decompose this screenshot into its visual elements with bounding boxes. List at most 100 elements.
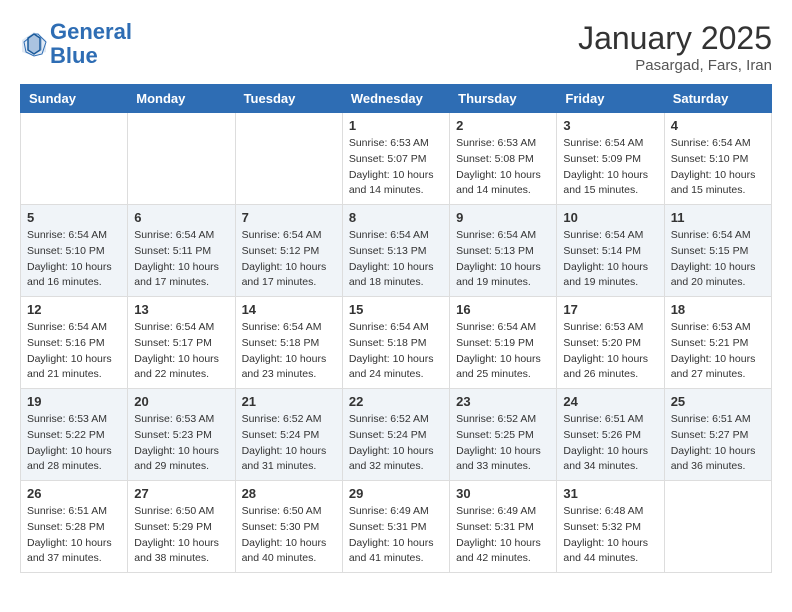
calendar-week-row: 1Sunrise: 6:53 AM Sunset: 5:07 PM Daylig… (21, 113, 772, 205)
day-info: Sunrise: 6:54 AM Sunset: 5:11 PM Dayligh… (134, 228, 228, 291)
day-number: 24 (563, 394, 657, 409)
day-info: Sunrise: 6:53 AM Sunset: 5:21 PM Dayligh… (671, 320, 765, 383)
calendar-week-row: 5 Sunrise: 6:54 AM Sunset: 5:10 PM Daylig… (21, 205, 772, 297)
calendar-cell: 20 Sunrise: 6:53 AM Sunset: 5:23 PM Dayli… (128, 389, 235, 481)
day-number: 16 (456, 302, 550, 317)
day-info: Sunrise: 6:54 AM Sunset: 5:17 PM Dayligh… (134, 320, 228, 383)
day-number: 28 (242, 486, 336, 501)
calendar-cell: 25 Sunrise: 6:51 AM Sunset: 5:27 PM Dayli… (664, 389, 771, 481)
calendar-cell: 13 Sunrise: 6:54 AM Sunset: 5:17 PM Dayli… (128, 297, 235, 389)
weekday-header-thursday: Thursday (450, 85, 557, 113)
calendar-cell: 11 Sunrise: 6:54 AM Sunset: 5:15 PM Dayli… (664, 205, 771, 297)
calendar-cell: 30 Sunrise: 6:49 AM Sunset: 5:31 PM Dayli… (450, 481, 557, 573)
day-number: 22 (349, 394, 443, 409)
calendar-cell: 26 Sunrise: 6:51 AM Sunset: 5:28 PM Dayli… (21, 481, 128, 573)
day-info: Sunrise: 6:52 AM Sunset: 5:25 PM Dayligh… (456, 412, 550, 475)
weekday-header-sunday: Sunday (21, 85, 128, 113)
calendar-week-row: 26 Sunrise: 6:51 AM Sunset: 5:28 PM Dayli… (21, 481, 772, 573)
day-number: 7 (242, 210, 336, 225)
weekday-header-tuesday: Tuesday (235, 85, 342, 113)
day-number: 10 (563, 210, 657, 225)
calendar-cell: 28 Sunrise: 6:50 AM Sunset: 5:30 PM Dayli… (235, 481, 342, 573)
day-number: 6 (134, 210, 228, 225)
logo-text: General Blue (50, 20, 132, 68)
calendar-cell: 29 Sunrise: 6:49 AM Sunset: 5:31 PM Dayli… (342, 481, 449, 573)
day-number: 2 (456, 118, 550, 133)
day-info: Sunrise: 6:53 AM Sunset: 5:23 PM Dayligh… (134, 412, 228, 475)
day-info: Sunrise: 6:51 AM Sunset: 5:26 PM Dayligh… (563, 412, 657, 475)
calendar-cell (128, 113, 235, 205)
day-info: Sunrise: 6:50 AM Sunset: 5:30 PM Dayligh… (242, 504, 336, 567)
day-info: Sunrise: 6:54 AM Sunset: 5:15 PM Dayligh… (671, 228, 765, 291)
day-info: Sunrise: 6:51 AM Sunset: 5:28 PM Dayligh… (27, 504, 121, 567)
day-info: Sunrise: 6:54 AM Sunset: 5:16 PM Dayligh… (27, 320, 121, 383)
calendar-cell: 2 Sunrise: 6:53 AM Sunset: 5:08 PM Daylig… (450, 113, 557, 205)
day-number: 14 (242, 302, 336, 317)
weekday-header-wednesday: Wednesday (342, 85, 449, 113)
day-info: Sunrise: 6:48 AM Sunset: 5:32 PM Dayligh… (563, 504, 657, 567)
calendar-cell: 9Sunrise: 6:54 AM Sunset: 5:13 PM Daylig… (450, 205, 557, 297)
day-info: Sunrise: 6:53 AM Sunset: 5:20 PM Dayligh… (563, 320, 657, 383)
day-info: Sunrise: 6:54 AM Sunset: 5:10 PM Dayligh… (671, 136, 765, 199)
day-number: 11 (671, 210, 765, 225)
day-number: 30 (456, 486, 550, 501)
day-number: 31 (563, 486, 657, 501)
calendar-cell: 10 Sunrise: 6:54 AM Sunset: 5:14 PM Dayli… (557, 205, 664, 297)
day-number: 15 (349, 302, 443, 317)
calendar-cell: 19Sunrise: 6:53 AM Sunset: 5:22 PM Dayli… (21, 389, 128, 481)
day-number: 21 (242, 394, 336, 409)
day-info: Sunrise: 6:50 AM Sunset: 5:29 PM Dayligh… (134, 504, 228, 567)
day-info: Sunrise: 6:54 AM Sunset: 5:18 PM Dayligh… (242, 320, 336, 383)
day-info: Sunrise: 6:52 AM Sunset: 5:24 PM Dayligh… (349, 412, 443, 475)
calendar-cell (21, 113, 128, 205)
calendar-cell: 3 Sunrise: 6:54 AM Sunset: 5:09 PM Daylig… (557, 113, 664, 205)
calendar-table: SundayMondayTuesdayWednesdayThursdayFrid… (20, 84, 772, 573)
day-info: Sunrise: 6:53 AM Sunset: 5:08 PM Dayligh… (456, 136, 550, 199)
day-number: 5 (27, 210, 121, 225)
day-info: Sunrise: 6:49 AM Sunset: 5:31 PM Dayligh… (456, 504, 550, 567)
day-number: 25 (671, 394, 765, 409)
calendar-cell: 4Sunrise: 6:54 AM Sunset: 5:10 PM Daylig… (664, 113, 771, 205)
day-number: 20 (134, 394, 228, 409)
day-number: 3 (563, 118, 657, 133)
day-number: 12 (27, 302, 121, 317)
calendar-cell: 18Sunrise: 6:53 AM Sunset: 5:21 PM Dayli… (664, 297, 771, 389)
calendar-cell: 5 Sunrise: 6:54 AM Sunset: 5:10 PM Daylig… (21, 205, 128, 297)
day-info: Sunrise: 6:52 AM Sunset: 5:24 PM Dayligh… (242, 412, 336, 475)
month-title: January 2025 (578, 20, 772, 57)
calendar-cell: 14 Sunrise: 6:54 AM Sunset: 5:18 PM Dayli… (235, 297, 342, 389)
page-header: General Blue January 2025 Pasargad, Fars… (20, 20, 772, 74)
day-info: Sunrise: 6:54 AM Sunset: 5:14 PM Dayligh… (563, 228, 657, 291)
day-info: Sunrise: 6:54 AM Sunset: 5:13 PM Dayligh… (456, 228, 550, 291)
day-number: 26 (27, 486, 121, 501)
day-info: Sunrise: 6:54 AM Sunset: 5:09 PM Dayligh… (563, 136, 657, 199)
day-info: Sunrise: 6:54 AM Sunset: 5:10 PM Dayligh… (27, 228, 121, 291)
calendar-cell: 6 Sunrise: 6:54 AM Sunset: 5:11 PM Daylig… (128, 205, 235, 297)
calendar-cell: 23Sunrise: 6:52 AM Sunset: 5:25 PM Dayli… (450, 389, 557, 481)
calendar-cell: 8Sunrise: 6:54 AM Sunset: 5:13 PM Daylig… (342, 205, 449, 297)
calendar-cell (664, 481, 771, 573)
day-info: Sunrise: 6:51 AM Sunset: 5:27 PM Dayligh… (671, 412, 765, 475)
day-number: 8 (349, 210, 443, 225)
calendar-cell: 17Sunrise: 6:53 AM Sunset: 5:20 PM Dayli… (557, 297, 664, 389)
calendar-week-row: 19Sunrise: 6:53 AM Sunset: 5:22 PM Dayli… (21, 389, 772, 481)
logo-icon (20, 30, 48, 58)
day-info: Sunrise: 6:53 AM Sunset: 5:22 PM Dayligh… (27, 412, 121, 475)
day-info: Sunrise: 6:54 AM Sunset: 5:18 PM Dayligh… (349, 320, 443, 383)
calendar-cell: 16 Sunrise: 6:54 AM Sunset: 5:19 PM Dayli… (450, 297, 557, 389)
day-info: Sunrise: 6:49 AM Sunset: 5:31 PM Dayligh… (349, 504, 443, 567)
day-info: Sunrise: 6:54 AM Sunset: 5:12 PM Dayligh… (242, 228, 336, 291)
calendar-cell: 22 Sunrise: 6:52 AM Sunset: 5:24 PM Dayli… (342, 389, 449, 481)
weekday-header-saturday: Saturday (664, 85, 771, 113)
weekday-header-friday: Friday (557, 85, 664, 113)
day-number: 29 (349, 486, 443, 501)
calendar-cell: 7 Sunrise: 6:54 AM Sunset: 5:12 PM Daylig… (235, 205, 342, 297)
calendar-cell: 21 Sunrise: 6:52 AM Sunset: 5:24 PM Dayli… (235, 389, 342, 481)
title-block: January 2025 Pasargad, Fars, Iran (578, 20, 772, 74)
logo: General Blue (20, 20, 132, 68)
day-number: 13 (134, 302, 228, 317)
weekday-header-row: SundayMondayTuesdayWednesdayThursdayFrid… (21, 85, 772, 113)
day-info: Sunrise: 6:54 AM Sunset: 5:19 PM Dayligh… (456, 320, 550, 383)
calendar-cell: 31 Sunrise: 6:48 AM Sunset: 5:32 PM Dayli… (557, 481, 664, 573)
calendar-cell: 1Sunrise: 6:53 AM Sunset: 5:07 PM Daylig… (342, 113, 449, 205)
